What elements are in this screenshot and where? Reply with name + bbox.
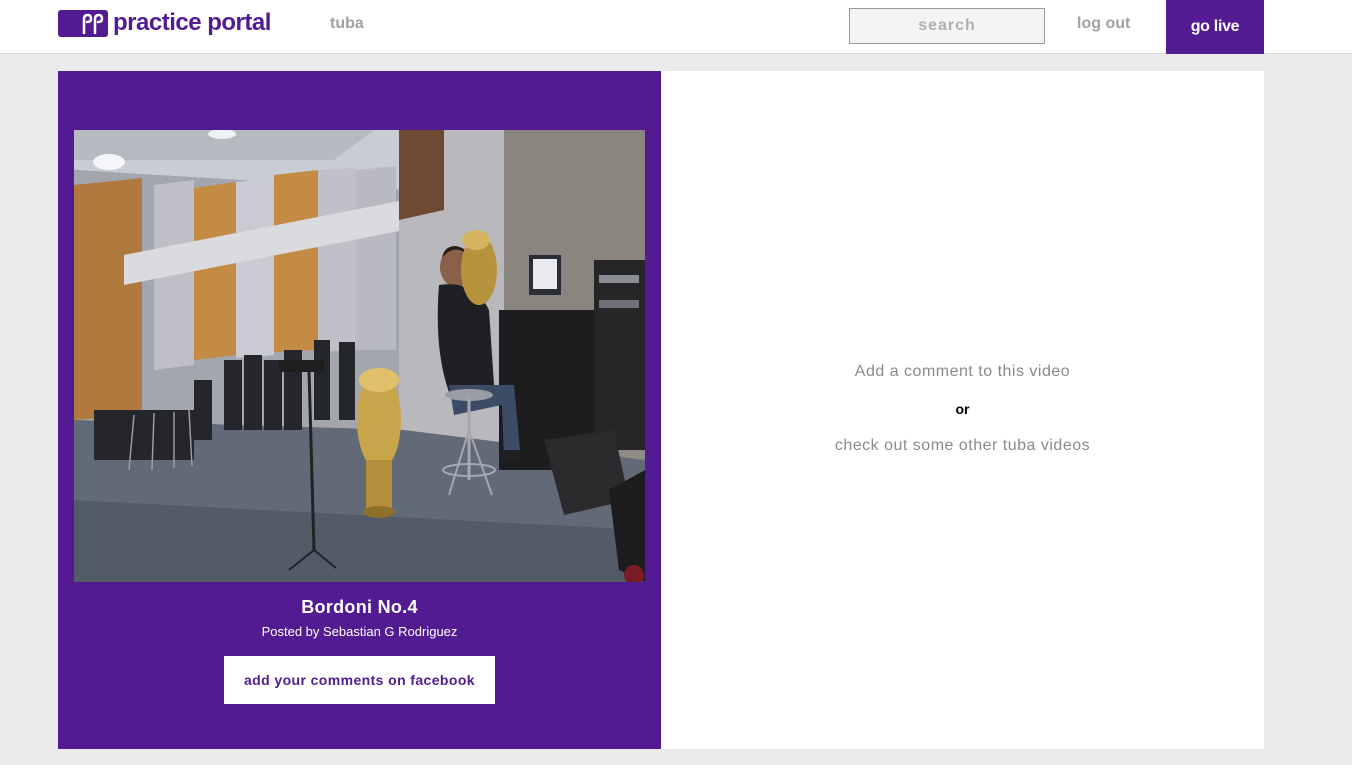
- add-comment-link[interactable]: Add a comment to this video: [661, 363, 1264, 381]
- logo-text: practice portal: [113, 9, 271, 36]
- nav-instrument-link[interactable]: tuba: [330, 15, 364, 33]
- video-title: Bordoni No.4: [301, 597, 418, 617]
- or-separator: or: [955, 401, 970, 417]
- logout-link[interactable]: log out: [1077, 15, 1130, 33]
- comments-panel: Add a comment to this video or check out…: [661, 71, 1264, 749]
- video-panel: Bordoni No.4 Posted by Sebastian G Rodri…: [58, 71, 661, 749]
- other-videos-link[interactable]: check out some other tuba videos: [661, 437, 1264, 455]
- practice-portal-logo[interactable]: practice portal: [58, 9, 271, 37]
- facebook-comments-button[interactable]: add your comments on facebook: [224, 656, 495, 704]
- go-live-button[interactable]: go live: [1166, 0, 1264, 54]
- video-frame-image: [74, 130, 645, 582]
- logo-icon: [58, 9, 108, 37]
- video-author: Posted by Sebastian G Rodriguez: [261, 624, 458, 639]
- video-player[interactable]: [74, 130, 645, 582]
- top-navigation-bar: practice portal tuba log out go live: [0, 0, 1352, 54]
- search-input[interactable]: [849, 8, 1045, 44]
